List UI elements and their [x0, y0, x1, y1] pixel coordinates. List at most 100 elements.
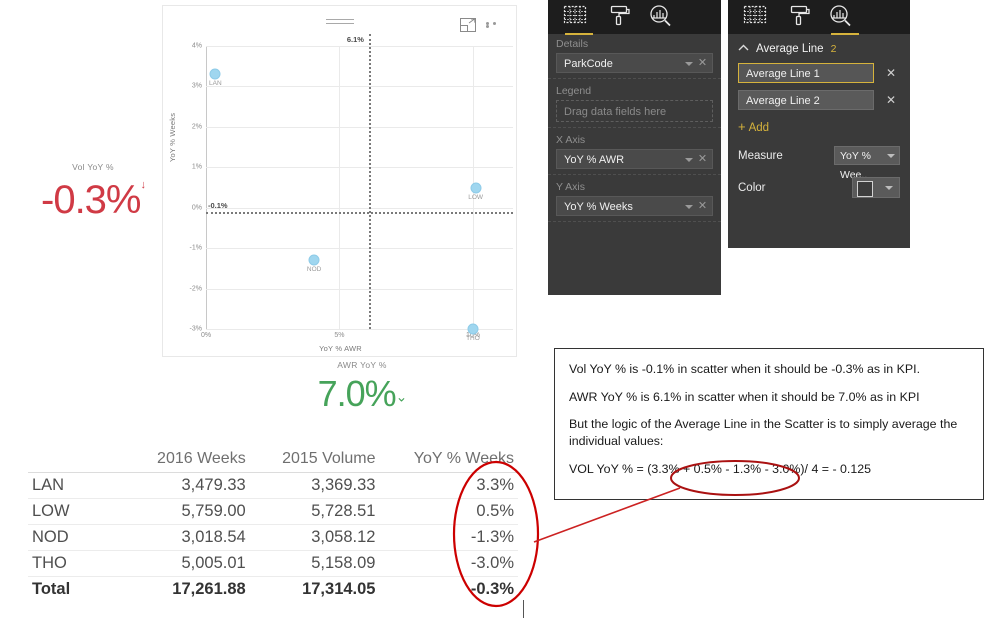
cell-volume-2015: 17,314.05	[302, 580, 376, 598]
average-line-vertical	[368, 34, 371, 329]
note-line-3: But the logic of the Average Line in the…	[569, 417, 958, 449]
x-gridline	[339, 46, 341, 329]
chevron-down-icon[interactable]	[685, 62, 693, 66]
well-field-name: YoY % AWR	[564, 154, 625, 166]
y-tick-label: 0%	[191, 204, 202, 212]
remove-field-icon[interactable]: ✕	[697, 57, 708, 70]
table-row[interactable]: THO 5,005.01 5,158.09 -3.0%	[28, 550, 518, 577]
column-header-volume-2015[interactable]: 2015 Volume	[249, 448, 380, 473]
fields-wells: Details ParkCode ✕ Legend Drag data fields h…	[548, 34, 721, 295]
chevron-down-icon	[887, 154, 895, 158]
analytics-tab[interactable]	[648, 4, 682, 34]
chevron-down-icon[interactable]	[685, 158, 693, 162]
kpi-number: 7.0%	[317, 373, 397, 414]
column-header-yoy-weeks[interactable]: YoY % Weeks	[379, 448, 518, 473]
kpi-value: -0.3%↓	[18, 178, 168, 222]
well-dropzone-legend[interactable]: Drag data fields here	[556, 100, 713, 122]
fields-tab[interactable]	[562, 4, 596, 35]
analytics-tab[interactable]	[828, 4, 862, 35]
well-separator	[548, 220, 721, 222]
well-field-y-axis[interactable]: YoY % Weeks ✕	[556, 196, 713, 216]
delete-average-line-icon[interactable]: ✕	[884, 92, 898, 108]
format-tab[interactable]	[606, 4, 640, 34]
table-body: LAN 3,479.33 3,369.33 3.3% LOW 5,759.00 5,728.…	[28, 472, 518, 603]
cell-volume-2015: 3,058.12	[249, 524, 380, 551]
text-cursor	[523, 600, 524, 618]
y-tick-label: -2%	[189, 285, 202, 293]
analytics-panel-tabbar	[728, 0, 910, 35]
data-table[interactable]: 2016 Weeks 2015 Volume YoY % Weeks LAN 3,…	[28, 448, 518, 602]
kpi-trend-arrow-icon: ⌄	[395, 388, 408, 405]
color-swatch[interactable]	[857, 181, 873, 197]
x-tick-label: 5%	[334, 332, 345, 339]
scatter-point-label: LAN	[209, 80, 222, 88]
average-line-card[interactable]: Average Line 1 ✕	[738, 63, 900, 83]
table-row[interactable]: LOW 5,759.00 5,728.51 0.5%	[28, 498, 518, 525]
analytics-panel[interactable]: Average Line 2 Average Line 1 ✕ Average Li…	[728, 0, 910, 248]
scatter-point[interactable]	[467, 323, 479, 335]
x-axis-title: YoY % AWR	[319, 344, 362, 353]
cell-weeks-2016: 17,261.88	[172, 580, 246, 598]
average-line-card[interactable]: Average Line 2 ✕	[738, 90, 900, 110]
well-field-x-axis[interactable]: YoY % AWR ✕	[556, 149, 713, 169]
add-average-line-button[interactable]: + Add	[728, 117, 910, 143]
color-label: Color	[738, 181, 766, 194]
color-dropdown[interactable]	[852, 177, 900, 198]
y-tick-label: 3%	[191, 82, 202, 90]
gridline	[206, 46, 513, 47]
cell-yoy-weeks: 3.3%	[379, 472, 518, 499]
well-label-y-axis: Y Axis	[556, 181, 585, 193]
plot-area[interactable]: 4% 3% 2% 1% 0% -1% -2% -3% 0% 5% 10% LAN LOW NOD THO…	[190, 34, 513, 342]
kpi-value: 7.0%⌄	[282, 376, 442, 412]
drag-handle-icon[interactable]	[325, 19, 354, 25]
scatter-point[interactable]	[470, 182, 482, 193]
fields-tab[interactable]	[742, 4, 776, 34]
cell-yoy-weeks: -3.0%	[379, 550, 518, 577]
average-line-section-header[interactable]: Average Line 2	[728, 34, 910, 63]
annotation-note-box: Vol YoY % is -0.1% in scatter when it sh…	[554, 348, 984, 500]
kpi-trend-arrow-icon: ↓	[140, 179, 146, 191]
table-total-row[interactable]: Total 17,261.88 17,314.05 -0.3%	[28, 577, 518, 603]
average-line-cards: Average Line 1 ✕ Average Line 2 ✕	[728, 63, 910, 110]
kpi-number: -0.3%	[41, 178, 141, 222]
average-line-name-input[interactable]: Average Line 2	[738, 90, 874, 110]
cell-volume-2015: 5,158.09	[249, 550, 380, 577]
table-row[interactable]: LAN 3,479.33 3,369.33 3.3%	[28, 472, 518, 499]
format-tab[interactable]	[786, 4, 820, 34]
row-label: THO	[28, 550, 126, 577]
scatter-point[interactable]	[209, 68, 221, 80]
focus-mode-icon[interactable]	[460, 18, 476, 32]
delete-average-line-icon[interactable]: ✕	[884, 65, 898, 81]
chevron-up-icon[interactable]	[738, 43, 749, 55]
y-tick-label: 4%	[191, 42, 202, 50]
cell-yoy-weeks: 0.5%	[379, 498, 518, 525]
remove-field-icon[interactable]: ✕	[697, 153, 708, 166]
color-property-row: Color	[728, 174, 910, 207]
fields-panel[interactable]: Details ParkCode ✕ Legend Drag data fields h…	[548, 0, 721, 295]
kpi-card-awr-yoy[interactable]: AWR YoY % 7.0%⌄	[282, 360, 442, 412]
scatter-point-label: LOW	[468, 193, 484, 201]
analytics-content: Average Line 2 Average Line 1 ✕ Average Li…	[728, 34, 910, 248]
average-line-name-input[interactable]: Average Line 1	[738, 63, 874, 83]
scatter-point[interactable]	[308, 254, 320, 266]
measure-dropdown[interactable]: YoY % Wee..	[834, 146, 900, 181]
x-tick-label: 0%	[200, 332, 212, 339]
gridline	[206, 167, 513, 169]
kpi-card-vol-yoy[interactable]: Vol YoY % -0.3%↓	[18, 162, 168, 220]
column-header-weeks-2016[interactable]: 2016 Weeks	[126, 448, 250, 473]
kpi-title: AWR YoY %	[337, 360, 387, 370]
chevron-down-icon[interactable]	[685, 205, 693, 209]
y-tick-label: -1%	[189, 244, 202, 252]
gridline	[206, 86, 513, 88]
y-tick-label: 1%	[191, 163, 202, 171]
column-header-label[interactable]	[28, 448, 126, 473]
row-label: LOW	[28, 498, 126, 525]
well-field-details[interactable]: ParkCode ✕	[556, 53, 713, 73]
scatter-chart-visual[interactable]: YoY % Weeks YoY % AWR 4% 3% 2% 1% 0% -1% -2% -3…	[162, 5, 517, 357]
gridline	[206, 288, 513, 290]
scatter-point-label: THO	[466, 335, 480, 342]
table-row[interactable]: NOD 3,018.54 3,058.12 -1.3%	[28, 524, 518, 551]
visual-header	[163, 6, 516, 36]
remove-field-icon[interactable]: ✕	[697, 200, 708, 213]
more-options-icon[interactable]	[486, 22, 504, 28]
